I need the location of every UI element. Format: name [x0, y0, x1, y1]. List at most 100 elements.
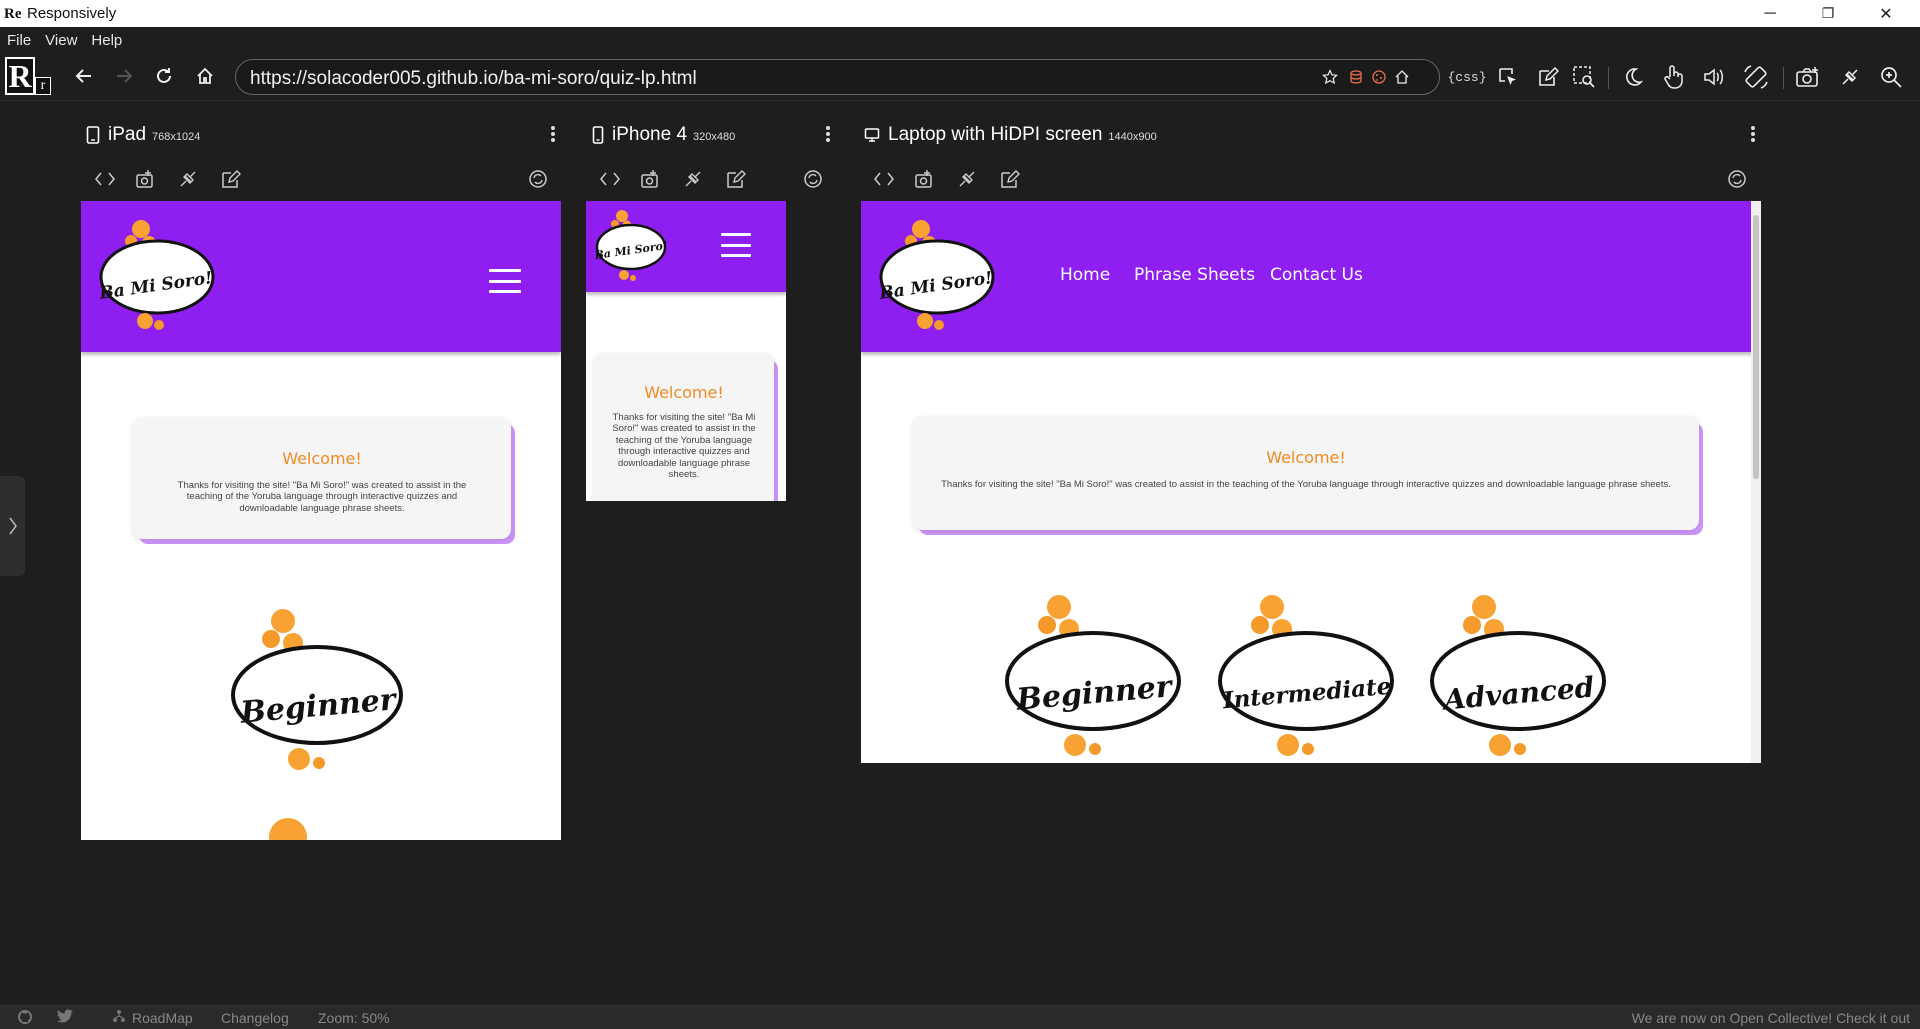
- laptop-viewport[interactable]: Ba Mi Soro! Home Phrase Sheets Contact U…: [861, 201, 1761, 763]
- app-logo: R r: [5, 57, 51, 97]
- nav-contact-link[interactable]: Contact Us: [1270, 265, 1363, 285]
- devtools-icon[interactable]: [1836, 63, 1864, 91]
- laptop-icon: [864, 128, 880, 142]
- screenshot-select-icon[interactable]: [1570, 63, 1598, 91]
- welcome-card: Welcome! Thanks for visiting the site! "…: [913, 416, 1699, 530]
- iphone-viewport[interactable]: Ba Mi Soro! Welcome! Thanks for visiting…: [586, 201, 786, 501]
- app-icon: Re: [4, 5, 22, 22]
- menu-help[interactable]: Help: [84, 32, 129, 49]
- screenshot-all-icon[interactable]: [1794, 63, 1822, 91]
- site-logo[interactable]: Ba Mi Soro!: [97, 215, 215, 337]
- site-header: Ba Mi Soro! Home Phrase Sheets Contact U…: [861, 201, 1761, 352]
- drawer-toggle-handle[interactable]: [0, 476, 25, 576]
- nav-phrase-sheets-link[interactable]: Phrase Sheets: [1134, 265, 1255, 285]
- device-settings-icon[interactable]: [525, 166, 551, 192]
- bookmark-star-icon[interactable]: [1316, 63, 1344, 91]
- screenshot-icon[interactable]: [132, 166, 158, 192]
- code-icon[interactable]: [597, 166, 623, 192]
- hamburger-menu-icon[interactable]: [721, 233, 751, 257]
- device-name: iPad: [108, 124, 147, 145]
- advanced-quiz-link[interactable]: Advanced: [1428, 589, 1610, 763]
- viewport-scrollbar[interactable]: [1751, 201, 1761, 763]
- advanced-label: Advanced: [1442, 670, 1596, 716]
- nav-home-link[interactable]: Home: [1060, 265, 1110, 285]
- touch-icon[interactable]: [1659, 63, 1687, 91]
- edit-icon[interactable]: [1534, 63, 1562, 91]
- menu-bar: File View Help: [0, 27, 1920, 53]
- welcome-text: Thanks for visiting the site! "Ba Mi Sor…: [612, 412, 756, 480]
- welcome-text: Thanks for visiting the site! "Ba Mi Sor…: [941, 479, 1671, 490]
- toolbar-divider: [1608, 67, 1609, 89]
- device-menu-icon[interactable]: [823, 124, 833, 144]
- minimize-button[interactable]: ─: [1742, 0, 1798, 27]
- hamburger-menu-icon[interactable]: [489, 269, 521, 293]
- close-window-button[interactable]: ✕: [1858, 0, 1914, 27]
- screenshot-icon[interactable]: [637, 166, 663, 192]
- roadmap-icon: [112, 1009, 126, 1026]
- devtools-icon[interactable]: [954, 166, 980, 192]
- toolbar-divider: [1783, 67, 1784, 89]
- device-name: iPhone 4: [612, 124, 688, 145]
- chevron-right-icon: [8, 517, 17, 535]
- beginner-quiz-link[interactable]: Beginner: [229, 603, 407, 781]
- volume-icon[interactable]: [1700, 63, 1728, 91]
- devtools-icon[interactable]: [680, 166, 706, 192]
- device-toolbar-ipad: [92, 166, 562, 192]
- device-toolbar-iphone: [597, 166, 827, 192]
- reload-icon[interactable]: [151, 63, 177, 89]
- edit-icon[interactable]: [997, 166, 1023, 192]
- github-icon[interactable]: [17, 1009, 33, 1028]
- site-logo-text: Ba Mi Soro!: [593, 238, 669, 262]
- site-logo[interactable]: Ba Mi Soro!: [594, 207, 668, 285]
- home-icon[interactable]: [192, 63, 218, 89]
- site-logo-text: Ba Mi Soro!: [98, 268, 214, 304]
- scrollbar-thumb[interactable]: [1753, 215, 1759, 479]
- phone-icon: [592, 126, 604, 144]
- ipad-viewport[interactable]: Ba Mi Soro! Welcome! Thanks for visiting…: [81, 201, 561, 840]
- edit-icon[interactable]: [218, 166, 244, 192]
- twitter-icon[interactable]: [57, 1009, 74, 1027]
- devtools-icon[interactable]: [175, 166, 201, 192]
- screenshot-icon[interactable]: [911, 166, 937, 192]
- open-collective-link[interactable]: We are now on Open Collective! Check it …: [1632, 1010, 1910, 1026]
- window-title: Responsively: [27, 5, 117, 22]
- set-homepage-icon[interactable]: [1388, 63, 1416, 91]
- css-editor-button[interactable]: {css}: [1448, 63, 1487, 91]
- site-logo[interactable]: Ba Mi Soro!: [877, 215, 995, 337]
- dark-mode-icon[interactable]: [1619, 63, 1647, 91]
- forward-icon[interactable]: [111, 63, 137, 89]
- device-menu-icon[interactable]: [1748, 124, 1758, 144]
- zoom-in-icon[interactable]: [1877, 63, 1905, 91]
- device-settings-icon[interactable]: [1724, 166, 1750, 192]
- menu-view[interactable]: View: [38, 32, 84, 49]
- zoom-level: Zoom: 50%: [318, 1010, 390, 1026]
- back-icon[interactable]: [71, 63, 97, 89]
- tablet-icon: [86, 126, 100, 144]
- site-header: Ba Mi Soro!: [81, 201, 561, 352]
- beginner-label: Beginner: [239, 681, 397, 731]
- changelog-link[interactable]: Changelog: [221, 1010, 289, 1026]
- url-text[interactable]: https://solacoder005.github.io/ba-mi-sor…: [250, 68, 697, 90]
- beginner-quiz-link[interactable]: Beginner: [1003, 589, 1185, 763]
- menu-file[interactable]: File: [0, 32, 38, 49]
- device-header-iphone: iPhone 4 320x480: [592, 122, 735, 148]
- edit-icon[interactable]: [723, 166, 749, 192]
- welcome-title: Welcome!: [1266, 448, 1346, 467]
- inspect-element-icon[interactable]: [1494, 63, 1522, 91]
- device-menu-icon[interactable]: [548, 124, 558, 144]
- device-size: 320x480: [693, 131, 736, 143]
- code-icon[interactable]: [92, 166, 118, 192]
- roadmap-link[interactable]: RoadMap: [132, 1010, 193, 1026]
- site-header: Ba Mi Soro!: [586, 201, 786, 292]
- intermediate-quiz-link[interactable]: Intermediate: [1216, 589, 1398, 763]
- address-bar[interactable]: https://solacoder005.github.io/ba-mi-sor…: [235, 59, 1440, 95]
- main-toolbar: R r https://solacoder005.github.io/ba-mi…: [0, 53, 1920, 101]
- code-icon[interactable]: [871, 166, 897, 192]
- next-level-bubble-peek: [269, 818, 307, 840]
- device-size: 768x1024: [152, 131, 201, 143]
- app-logo-big-r: R: [5, 57, 35, 95]
- device-settings-icon[interactable]: [800, 166, 826, 192]
- rotate-devices-icon[interactable]: [1742, 63, 1770, 91]
- restore-button[interactable]: ❐: [1800, 0, 1856, 27]
- device-name: Laptop with HiDPI screen: [888, 124, 1103, 145]
